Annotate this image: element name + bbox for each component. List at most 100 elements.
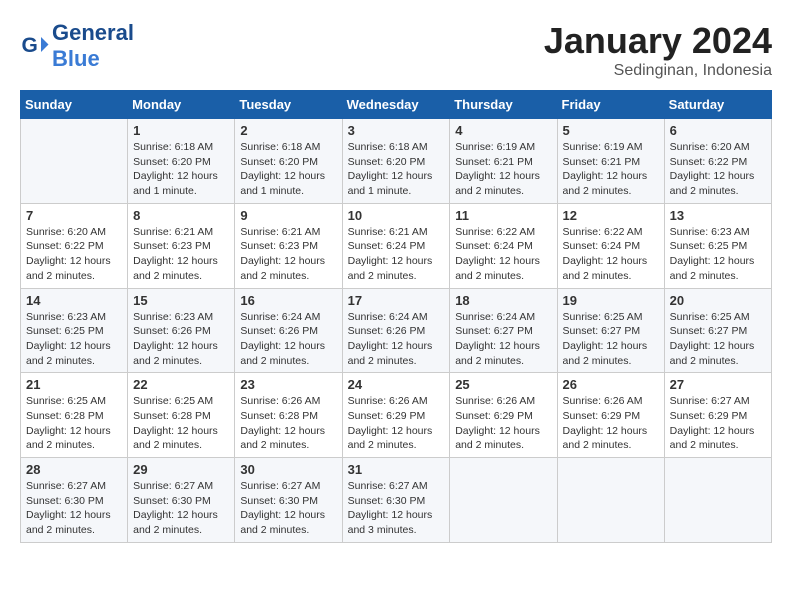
calendar-week-row: 7Sunrise: 6:20 AM Sunset: 6:22 PM Daylig… <box>21 203 772 288</box>
calendar-cell: 23 Sunrise: 6:26 AM Sunset: 6:28 PM Dayli… <box>235 373 342 458</box>
day-number: 18 <box>455 293 551 308</box>
calendar-cell <box>21 119 128 204</box>
calendar-cell: 6 Sunrise: 6:20 AM Sunset: 6:22 PM Daylig… <box>664 119 771 204</box>
calendar-cell <box>450 458 557 543</box>
calendar-week-row: 21 Sunrise: 6:25 AM Sunset: 6:28 PM Dayli… <box>21 373 772 458</box>
logo-general-text: General <box>52 20 134 45</box>
cell-content: Sunrise: 6:23 AM Sunset: 6:25 PM Dayligh… <box>26 310 122 369</box>
cell-content: Sunrise: 6:18 AM Sunset: 6:20 PM Dayligh… <box>133 140 229 199</box>
day-number: 17 <box>348 293 445 308</box>
cell-content: Sunrise: 6:18 AM Sunset: 6:20 PM Dayligh… <box>348 140 445 199</box>
calendar-cell: 21 Sunrise: 6:25 AM Sunset: 6:28 PM Dayli… <box>21 373 128 458</box>
cell-content: Sunrise: 6:27 AM Sunset: 6:30 PM Dayligh… <box>133 479 229 538</box>
cell-content: Sunrise: 6:27 AM Sunset: 6:30 PM Dayligh… <box>348 479 445 538</box>
calendar-cell: 20 Sunrise: 6:25 AM Sunset: 6:27 PM Dayli… <box>664 288 771 373</box>
calendar-header-sunday: Sunday <box>21 91 128 119</box>
calendar-cell: 27 Sunrise: 6:27 AM Sunset: 6:29 PM Dayli… <box>664 373 771 458</box>
calendar-cell: 13 Sunrise: 6:23 AM Sunset: 6:25 PM Dayli… <box>664 203 771 288</box>
header: G General Blue January 2024 Sedinginan, … <box>20 20 772 80</box>
calendar-cell: 14Sunrise: 6:23 AM Sunset: 6:25 PM Dayli… <box>21 288 128 373</box>
day-number: 15 <box>133 293 229 308</box>
cell-content: Sunrise: 6:22 AM Sunset: 6:24 PM Dayligh… <box>563 225 659 284</box>
day-number: 26 <box>563 377 659 392</box>
day-number: 28 <box>26 462 122 477</box>
calendar-cell <box>664 458 771 543</box>
day-number: 10 <box>348 208 445 223</box>
day-number: 16 <box>240 293 336 308</box>
day-number: 2 <box>240 123 336 138</box>
cell-content: Sunrise: 6:24 AM Sunset: 6:26 PM Dayligh… <box>348 310 445 369</box>
cell-content: Sunrise: 6:25 AM Sunset: 6:27 PM Dayligh… <box>670 310 766 369</box>
calendar-cell: 5 Sunrise: 6:19 AM Sunset: 6:21 PM Daylig… <box>557 119 664 204</box>
calendar-cell: 19 Sunrise: 6:25 AM Sunset: 6:27 PM Dayli… <box>557 288 664 373</box>
calendar-body: 1 Sunrise: 6:18 AM Sunset: 6:20 PM Daylig… <box>21 119 772 543</box>
cell-content: Sunrise: 6:22 AM Sunset: 6:24 PM Dayligh… <box>455 225 551 284</box>
cell-content: Sunrise: 6:25 AM Sunset: 6:28 PM Dayligh… <box>133 394 229 453</box>
day-number: 6 <box>670 123 766 138</box>
calendar-header-monday: Monday <box>128 91 235 119</box>
cell-content: Sunrise: 6:19 AM Sunset: 6:21 PM Dayligh… <box>563 140 659 199</box>
cell-content: Sunrise: 6:19 AM Sunset: 6:21 PM Dayligh… <box>455 140 551 199</box>
calendar-week-row: 1 Sunrise: 6:18 AM Sunset: 6:20 PM Daylig… <box>21 119 772 204</box>
calendar-cell: 15 Sunrise: 6:23 AM Sunset: 6:26 PM Dayli… <box>128 288 235 373</box>
cell-content: Sunrise: 6:20 AM Sunset: 6:22 PM Dayligh… <box>670 140 766 199</box>
day-number: 13 <box>670 208 766 223</box>
day-number: 5 <box>563 123 659 138</box>
day-number: 9 <box>240 208 336 223</box>
calendar-cell: 24 Sunrise: 6:26 AM Sunset: 6:29 PM Dayli… <box>342 373 450 458</box>
cell-content: Sunrise: 6:25 AM Sunset: 6:27 PM Dayligh… <box>563 310 659 369</box>
cell-content: Sunrise: 6:26 AM Sunset: 6:29 PM Dayligh… <box>348 394 445 453</box>
cell-content: Sunrise: 6:27 AM Sunset: 6:30 PM Dayligh… <box>26 479 122 538</box>
calendar-cell: 12 Sunrise: 6:22 AM Sunset: 6:24 PM Dayli… <box>557 203 664 288</box>
day-number: 12 <box>563 208 659 223</box>
cell-content: Sunrise: 6:27 AM Sunset: 6:29 PM Dayligh… <box>670 394 766 453</box>
cell-content: Sunrise: 6:26 AM Sunset: 6:29 PM Dayligh… <box>455 394 551 453</box>
calendar-cell: 2 Sunrise: 6:18 AM Sunset: 6:20 PM Daylig… <box>235 119 342 204</box>
calendar-header-tuesday: Tuesday <box>235 91 342 119</box>
calendar-header-row: SundayMondayTuesdayWednesdayThursdayFrid… <box>21 91 772 119</box>
cell-content: Sunrise: 6:23 AM Sunset: 6:25 PM Dayligh… <box>670 225 766 284</box>
calendar-cell: 1 Sunrise: 6:18 AM Sunset: 6:20 PM Daylig… <box>128 119 235 204</box>
day-number: 8 <box>133 208 229 223</box>
calendar-header-saturday: Saturday <box>664 91 771 119</box>
cell-content: Sunrise: 6:25 AM Sunset: 6:28 PM Dayligh… <box>26 394 122 453</box>
calendar-week-row: 14Sunrise: 6:23 AM Sunset: 6:25 PM Dayli… <box>21 288 772 373</box>
day-number: 11 <box>455 208 551 223</box>
cell-content: Sunrise: 6:23 AM Sunset: 6:26 PM Dayligh… <box>133 310 229 369</box>
calendar-cell: 26Sunrise: 6:26 AM Sunset: 6:29 PM Dayli… <box>557 373 664 458</box>
cell-content: Sunrise: 6:24 AM Sunset: 6:26 PM Dayligh… <box>240 310 336 369</box>
day-number: 4 <box>455 123 551 138</box>
calendar-cell: 18Sunrise: 6:24 AM Sunset: 6:27 PM Dayli… <box>450 288 557 373</box>
day-number: 3 <box>348 123 445 138</box>
day-number: 1 <box>133 123 229 138</box>
day-number: 21 <box>26 377 122 392</box>
calendar-cell <box>557 458 664 543</box>
calendar-cell: 4 Sunrise: 6:19 AM Sunset: 6:21 PM Daylig… <box>450 119 557 204</box>
calendar-cell: 9 Sunrise: 6:21 AM Sunset: 6:23 PM Daylig… <box>235 203 342 288</box>
calendar-cell: 30 Sunrise: 6:27 AM Sunset: 6:30 PM Dayli… <box>235 458 342 543</box>
calendar-cell: 22 Sunrise: 6:25 AM Sunset: 6:28 PM Dayli… <box>128 373 235 458</box>
calendar-cell: 25Sunrise: 6:26 AM Sunset: 6:29 PM Dayli… <box>450 373 557 458</box>
calendar-cell: 11 Sunrise: 6:22 AM Sunset: 6:24 PM Dayli… <box>450 203 557 288</box>
cell-content: Sunrise: 6:21 AM Sunset: 6:24 PM Dayligh… <box>348 225 445 284</box>
cell-content: Sunrise: 6:21 AM Sunset: 6:23 PM Dayligh… <box>240 225 336 284</box>
calendar-cell: 10 Sunrise: 6:21 AM Sunset: 6:24 PM Dayli… <box>342 203 450 288</box>
cell-content: Sunrise: 6:26 AM Sunset: 6:28 PM Dayligh… <box>240 394 336 453</box>
calendar-cell: 28 Sunrise: 6:27 AM Sunset: 6:30 PM Dayli… <box>21 458 128 543</box>
logo-blue-text: Blue <box>52 46 100 71</box>
day-number: 7 <box>26 208 122 223</box>
calendar-cell: 31Sunrise: 6:27 AM Sunset: 6:30 PM Dayli… <box>342 458 450 543</box>
cell-content: Sunrise: 6:27 AM Sunset: 6:30 PM Dayligh… <box>240 479 336 538</box>
day-number: 22 <box>133 377 229 392</box>
day-number: 23 <box>240 377 336 392</box>
cell-content: Sunrise: 6:18 AM Sunset: 6:20 PM Dayligh… <box>240 140 336 199</box>
calendar-header-friday: Friday <box>557 91 664 119</box>
calendar-header-wednesday: Wednesday <box>342 91 450 119</box>
day-number: 24 <box>348 377 445 392</box>
cell-content: Sunrise: 6:21 AM Sunset: 6:23 PM Dayligh… <box>133 225 229 284</box>
day-number: 30 <box>240 462 336 477</box>
location-title: Sedinginan, Indonesia <box>544 62 772 80</box>
day-number: 20 <box>670 293 766 308</box>
day-number: 27 <box>670 377 766 392</box>
day-number: 19 <box>563 293 659 308</box>
